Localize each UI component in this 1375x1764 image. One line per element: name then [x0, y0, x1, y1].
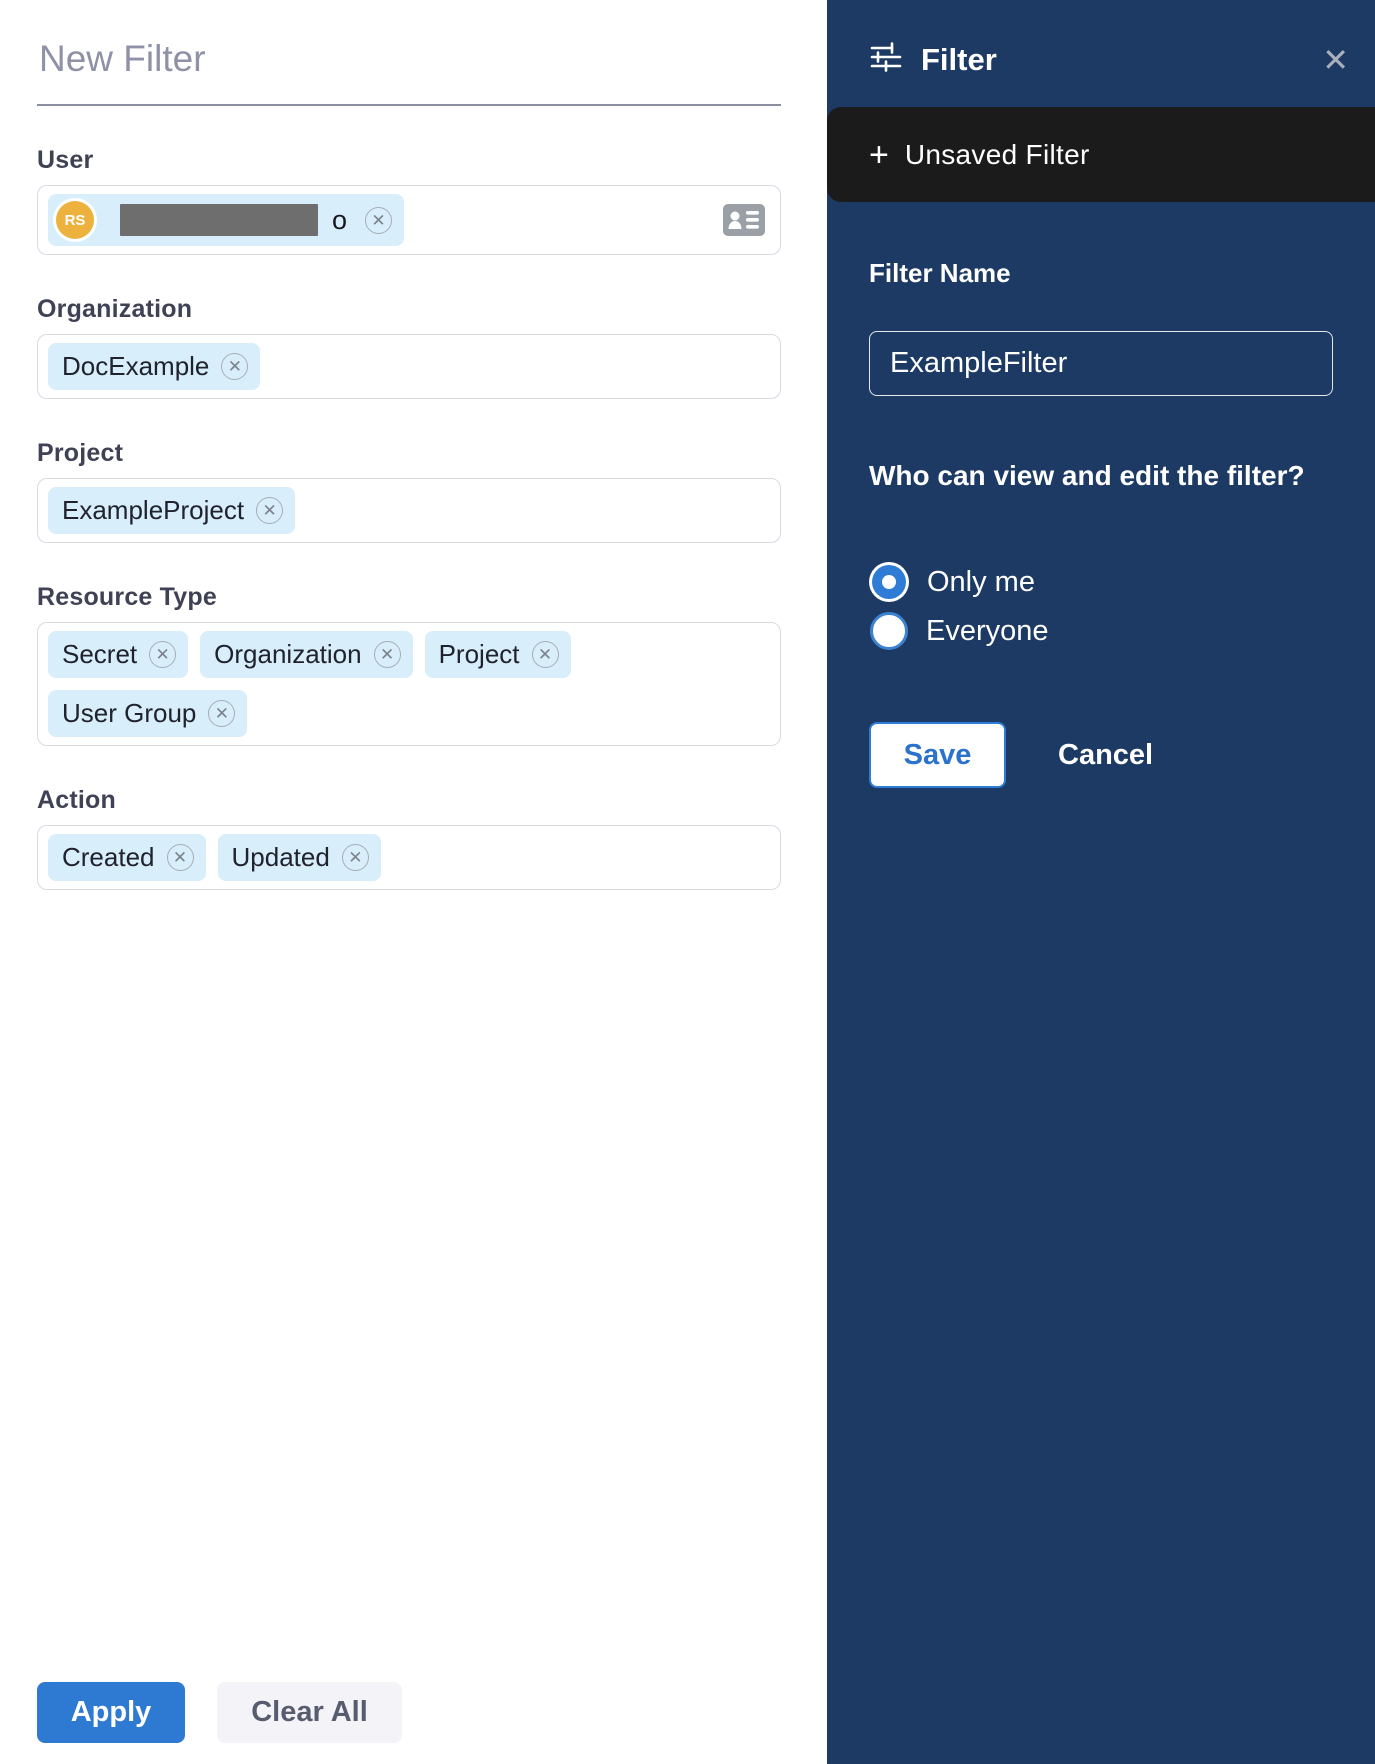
radio-label: Only me: [927, 566, 1035, 599]
chip-text: Project: [439, 639, 520, 670]
project-label: Project: [37, 439, 781, 468]
chip-text: DocExample: [62, 351, 209, 382]
panel-actions: Save Cancel: [869, 722, 1333, 788]
plus-icon: +: [869, 138, 889, 172]
radio-unselected-icon[interactable]: [870, 612, 908, 650]
side-panel-body: Filter Name Who can view and edit the fi…: [827, 258, 1375, 788]
visibility-question: Who can view and edit the filter?: [869, 460, 1333, 492]
new-filter-form: User RS o ✕: [0, 0, 827, 1764]
remove-chip-icon[interactable]: ✕: [167, 844, 194, 871]
unsaved-filter-tab[interactable]: + Unsaved Filter: [827, 107, 1375, 202]
resource-chip: User Group ✕: [48, 690, 247, 737]
project-chip: ExampleProject ✕: [48, 487, 295, 534]
action-label: Action: [37, 786, 781, 815]
radio-selected-icon[interactable]: [869, 562, 909, 602]
radio-only-me[interactable]: Only me: [869, 562, 1333, 602]
filter-side-panel: Filter ✕ + Unsaved Filter Filter Name Wh…: [827, 0, 1375, 1764]
chip-text: Organization: [214, 639, 361, 670]
cancel-button[interactable]: Cancel: [1058, 739, 1153, 772]
panel-title: Filter: [921, 42, 997, 78]
chip-text: Created: [62, 842, 155, 873]
remove-chip-icon[interactable]: ✕: [256, 497, 283, 524]
filter-title-input[interactable]: [37, 30, 781, 106]
user-name-fragment: o: [332, 205, 347, 236]
side-panel-header: Filter ✕: [827, 0, 1375, 79]
section-organization: Organization DocExample ✕: [37, 295, 781, 399]
action-chip: Updated ✕: [218, 834, 381, 881]
form-footer: Apply Clear All: [37, 1682, 402, 1743]
section-user: User RS o ✕: [37, 146, 781, 255]
chip-text: Secret: [62, 639, 137, 670]
remove-user-chip-icon[interactable]: ✕: [365, 207, 392, 234]
filter-name-label: Filter Name: [869, 258, 1333, 289]
project-field[interactable]: ExampleProject ✕: [37, 478, 781, 543]
filter-name-input[interactable]: [869, 331, 1333, 396]
remove-chip-icon[interactable]: ✕: [342, 844, 369, 871]
unsaved-filter-label: Unsaved Filter: [905, 139, 1090, 171]
close-icon[interactable]: ✕: [1322, 44, 1349, 76]
resource-type-field[interactable]: Secret ✕ Organization ✕ Project ✕ User G…: [37, 622, 781, 746]
sliders-icon: [869, 40, 903, 79]
filter-screen: User RS o ✕: [0, 0, 1375, 1764]
radio-label: Everyone: [926, 615, 1049, 648]
contact-card-icon[interactable]: [722, 202, 766, 238]
organization-label: Organization: [37, 295, 781, 324]
visibility-radio-group: Only me Everyone: [869, 562, 1333, 650]
redacted-user-name: [120, 204, 318, 236]
resource-chip: Project ✕: [425, 631, 571, 678]
user-avatar: RS: [56, 201, 94, 239]
remove-chip-icon[interactable]: ✕: [221, 353, 248, 380]
save-button[interactable]: Save: [869, 722, 1006, 788]
remove-chip-icon[interactable]: ✕: [532, 641, 559, 668]
remove-chip-icon[interactable]: ✕: [149, 641, 176, 668]
action-field[interactable]: Created ✕ Updated ✕: [37, 825, 781, 890]
organization-field[interactable]: DocExample ✕: [37, 334, 781, 399]
organization-chip: DocExample ✕: [48, 343, 260, 390]
user-chip: RS o ✕: [48, 194, 404, 246]
resource-chip: Organization ✕: [200, 631, 412, 678]
chip-text: Updated: [232, 842, 330, 873]
section-project: Project ExampleProject ✕: [37, 439, 781, 543]
chip-text: User Group: [62, 698, 196, 729]
radio-everyone[interactable]: Everyone: [869, 612, 1333, 650]
remove-chip-icon[interactable]: ✕: [374, 641, 401, 668]
remove-chip-icon[interactable]: ✕: [208, 700, 235, 727]
resource-chip: Secret ✕: [48, 631, 188, 678]
resource-type-label: Resource Type: [37, 583, 781, 612]
user-label: User: [37, 146, 781, 175]
user-field[interactable]: RS o ✕: [37, 185, 781, 255]
chip-text: ExampleProject: [62, 495, 244, 526]
apply-button[interactable]: Apply: [37, 1682, 185, 1743]
clear-all-button[interactable]: Clear All: [217, 1682, 402, 1743]
section-resource-type: Resource Type Secret ✕ Organization ✕ Pr…: [37, 583, 781, 746]
action-chip: Created ✕: [48, 834, 206, 881]
section-action: Action Created ✕ Updated ✕: [37, 786, 781, 890]
